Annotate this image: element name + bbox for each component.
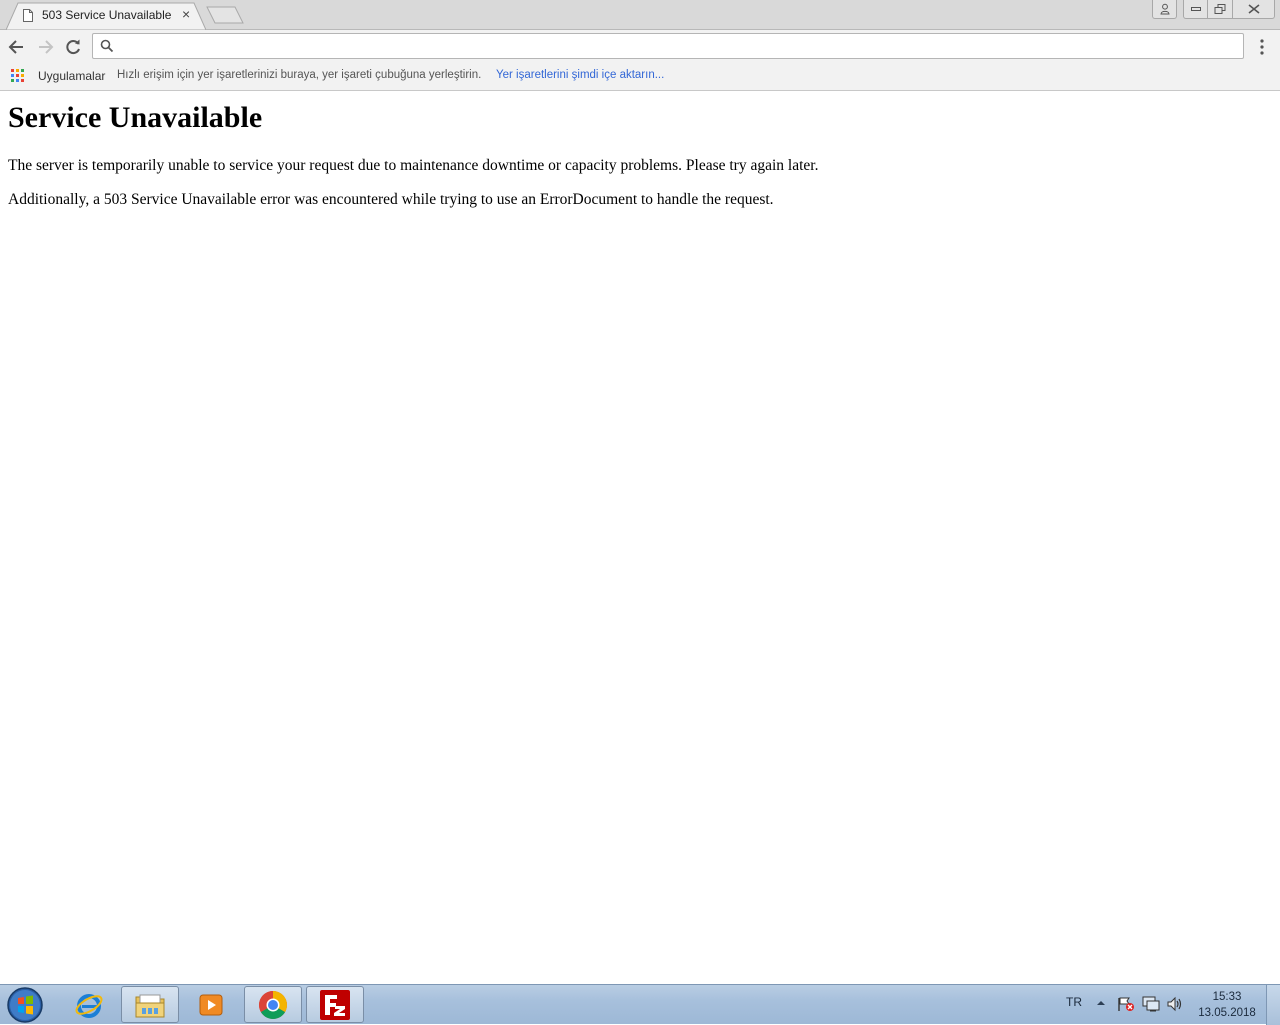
address-bar[interactable] <box>92 33 1244 59</box>
language-indicator[interactable]: TR <box>1066 995 1082 1009</box>
new-tab-button[interactable] <box>206 6 244 24</box>
error-message: The server is temporarily unable to serv… <box>8 157 819 174</box>
chrome-icon <box>259 990 287 1019</box>
page-content: Service Unavailable The server is tempor… <box>0 91 1280 984</box>
browser-tab-strip: 503 Service Unavailable × <box>0 0 1280 30</box>
search-icon <box>100 39 114 53</box>
bookmarks-hint-text: Hızlı erişim için yer işaretlerinizi bur… <box>117 69 482 81</box>
media-player-icon <box>199 994 223 1015</box>
clock-time: 15:33 <box>1212 991 1242 1003</box>
apps-grid-icon[interactable] <box>11 69 24 82</box>
restore-icon <box>1214 4 1226 14</box>
reload-icon[interactable] <box>62 36 84 58</box>
volume-icon[interactable] <box>1166 996 1184 1012</box>
system-clock[interactable]: 15:33 13.05.2018 <box>1190 989 1264 1021</box>
filezilla-icon <box>320 989 350 1020</box>
action-center-flag-icon[interactable] <box>1117 996 1135 1012</box>
show-hidden-icons-icon[interactable] <box>1096 999 1106 1007</box>
menu-dots-icon[interactable] <box>1254 37 1270 57</box>
network-icon[interactable] <box>1142 996 1160 1012</box>
apps-shortcut[interactable]: Uygulamalar <box>38 69 105 83</box>
person-icon <box>1159 3 1170 15</box>
back-arrow-icon[interactable] <box>6 36 28 58</box>
internet-explorer-icon <box>75 993 103 1018</box>
file-explorer-icon <box>135 994 165 1017</box>
taskbar-chrome[interactable] <box>244 986 302 1023</box>
tab-active[interactable]: 503 Service Unavailable × <box>6 2 206 30</box>
taskbar-explorer[interactable] <box>121 986 179 1023</box>
import-bookmarks-link[interactable]: Yer işaretlerini şimdi içe aktarın... <box>496 69 664 81</box>
address-input[interactable] <box>121 36 1235 58</box>
tab-close-button[interactable]: × <box>182 6 190 22</box>
restore-button[interactable] <box>1207 0 1233 19</box>
minimize-icon <box>1190 7 1201 11</box>
windows-taskbar: TR 15:33 13.05.2018 <box>0 984 1280 1025</box>
profile-button[interactable] <box>1152 0 1177 19</box>
show-desktop-button[interactable] <box>1266 985 1280 1025</box>
taskbar-filezilla[interactable] <box>306 986 364 1023</box>
page-file-icon <box>23 9 33 22</box>
tab-title: 503 Service Unavailable <box>42 8 172 22</box>
bookmarks-bar: Uygulamalar Hızlı erişim için yer işaret… <box>0 62 1280 91</box>
browser-toolbar <box>0 30 1280 62</box>
start-orb-icon[interactable] <box>4 986 46 1024</box>
clock-date: 13.05.2018 <box>1198 1007 1256 1019</box>
error-document-message: Additionally, a 503 Service Unavailable … <box>8 191 774 208</box>
minimize-button[interactable] <box>1183 0 1208 19</box>
taskbar-media-player[interactable] <box>182 986 240 1023</box>
close-window-button[interactable] <box>1232 0 1275 19</box>
taskbar-ie[interactable] <box>60 986 118 1023</box>
forward-arrow-icon[interactable] <box>34 36 56 58</box>
close-icon <box>1248 4 1259 14</box>
page-heading: Service Unavailable <box>8 101 263 134</box>
